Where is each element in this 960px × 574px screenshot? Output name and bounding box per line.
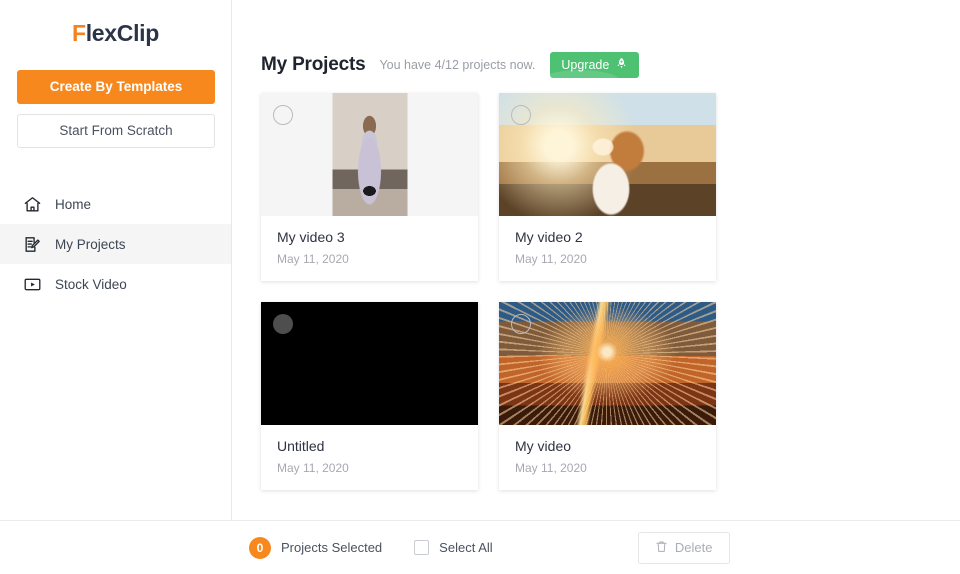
delete-label: Delete — [675, 540, 713, 555]
sidebar-actions: Create By Templates Start From Scratch — [0, 62, 231, 148]
project-thumbnail[interactable] — [261, 302, 478, 425]
projects-icon — [22, 234, 42, 254]
project-date: May 11, 2020 — [277, 252, 462, 266]
selected-count-badge: 0 — [249, 537, 271, 559]
start-from-scratch-button[interactable]: Start From Scratch — [17, 114, 215, 148]
project-thumbnail[interactable] — [499, 93, 716, 216]
sidebar-item-label: Home — [55, 197, 91, 212]
home-icon — [22, 194, 42, 214]
project-select-circle[interactable] — [273, 314, 293, 334]
project-card[interactable]: My video 2 May 11, 2020 — [499, 93, 716, 281]
projects-grid: My video 3 May 11, 2020 My video 2 May 1… — [232, 84, 942, 490]
flexclip-app: F lexClip Create By Templates Start From… — [0, 0, 960, 574]
project-info: My video 2 May 11, 2020 — [499, 216, 716, 281]
project-card[interactable]: My video 3 May 11, 2020 — [261, 93, 478, 281]
project-card[interactable]: Untitled May 11, 2020 — [261, 302, 478, 490]
project-title: My video — [515, 438, 700, 454]
thumbnail-art — [261, 302, 478, 425]
thumbnail-art — [261, 93, 478, 216]
project-card[interactable]: My video May 11, 2020 — [499, 302, 716, 490]
project-title: My video 2 — [515, 229, 700, 245]
logo[interactable]: F lexClip — [0, 0, 231, 62]
main-content: My Projects You have 4/12 projects now. … — [232, 0, 960, 574]
select-all-label[interactable]: Select All — [439, 540, 492, 555]
upgrade-label: Upgrade — [561, 58, 609, 72]
sidebar-item-home[interactable]: Home — [0, 184, 231, 224]
sidebar: F lexClip Create By Templates Start From… — [0, 0, 232, 574]
project-thumbnail[interactable] — [261, 93, 478, 216]
project-quota-text: You have 4/12 projects now. — [379, 58, 535, 72]
page-header: My Projects You have 4/12 projects now. … — [232, 0, 960, 84]
sidebar-item-my-projects[interactable]: My Projects — [0, 224, 231, 264]
stock-video-icon — [22, 274, 42, 294]
rocket-icon — [615, 57, 628, 73]
project-thumbnail[interactable] — [499, 302, 716, 425]
sidebar-item-label: Stock Video — [55, 277, 127, 292]
project-select-circle[interactable] — [273, 105, 293, 125]
selection-toolbar: 0 Projects Selected Select All Delete — [0, 520, 960, 574]
project-select-circle[interactable] — [511, 105, 531, 125]
project-info: My video May 11, 2020 — [499, 425, 716, 490]
upgrade-button[interactable]: Upgrade — [550, 52, 639, 78]
thumbnail-art — [499, 302, 716, 425]
delete-button[interactable]: Delete — [638, 532, 730, 564]
trash-icon — [655, 540, 668, 556]
select-all-checkbox[interactable] — [414, 540, 429, 555]
logo-f-mark: F — [72, 20, 86, 47]
project-title: My video 3 — [277, 229, 462, 245]
project-date: May 11, 2020 — [515, 252, 700, 266]
thumbnail-art — [499, 93, 716, 216]
page-title: My Projects — [261, 54, 365, 76]
sidebar-nav: Home My Projects — [0, 184, 231, 304]
project-select-circle[interactable] — [511, 314, 531, 334]
project-info: My video 3 May 11, 2020 — [261, 216, 478, 281]
project-date: May 11, 2020 — [277, 461, 462, 475]
projects-selected-label: Projects Selected — [281, 540, 382, 555]
project-date: May 11, 2020 — [515, 461, 700, 475]
project-info: Untitled May 11, 2020 — [261, 425, 478, 490]
logo-text: lexClip — [86, 20, 159, 47]
create-by-templates-button[interactable]: Create By Templates — [17, 70, 215, 104]
sidebar-item-stock-video[interactable]: Stock Video — [0, 264, 231, 304]
sidebar-item-label: My Projects — [55, 237, 126, 252]
project-title: Untitled — [277, 438, 462, 454]
